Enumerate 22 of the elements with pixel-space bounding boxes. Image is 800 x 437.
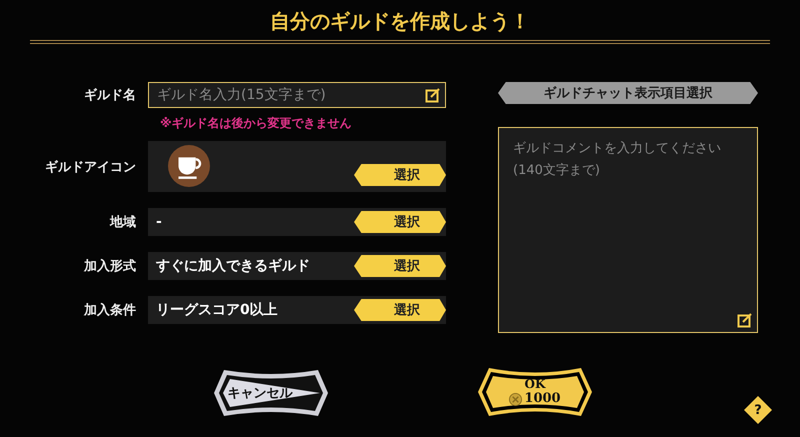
field-label: ギルドアイコン <box>44 158 137 176</box>
select-button[interactable]: 選択 <box>354 255 446 277</box>
edit-icon <box>737 312 753 328</box>
edit-icon <box>425 87 441 103</box>
section-header: ギルドチャット表示項目選択 <box>498 82 758 104</box>
cup-icon <box>168 145 210 187</box>
setting-value: リーグスコア0以上 <box>155 301 279 319</box>
page-title: 自分のギルドを作成しよう！ <box>270 8 530 34</box>
guild-name-field[interactable]: ギルド名入力(15文字まで) <box>148 82 446 108</box>
field-label: 加入条件 <box>82 302 137 319</box>
select-button[interactable]: 選択 <box>354 164 446 186</box>
coin-icon <box>509 392 522 406</box>
comment-field[interactable]: ギルドコメントを入力してください (140文字まで) <box>498 127 758 333</box>
select-button[interactable]: 選択 <box>354 211 446 233</box>
setting-value: すぐに加入できるギルド <box>155 257 311 275</box>
warning-note: ※ギルド名は後から変更できません <box>160 115 353 131</box>
select-button[interactable]: 選択 <box>354 299 446 321</box>
field-label: 加入形式 <box>82 258 137 275</box>
setting-value: - <box>155 214 163 230</box>
help-button[interactable]: ? <box>744 396 772 424</box>
field-label: 地域 <box>108 214 137 231</box>
field-label: ギルド名 <box>83 87 137 104</box>
